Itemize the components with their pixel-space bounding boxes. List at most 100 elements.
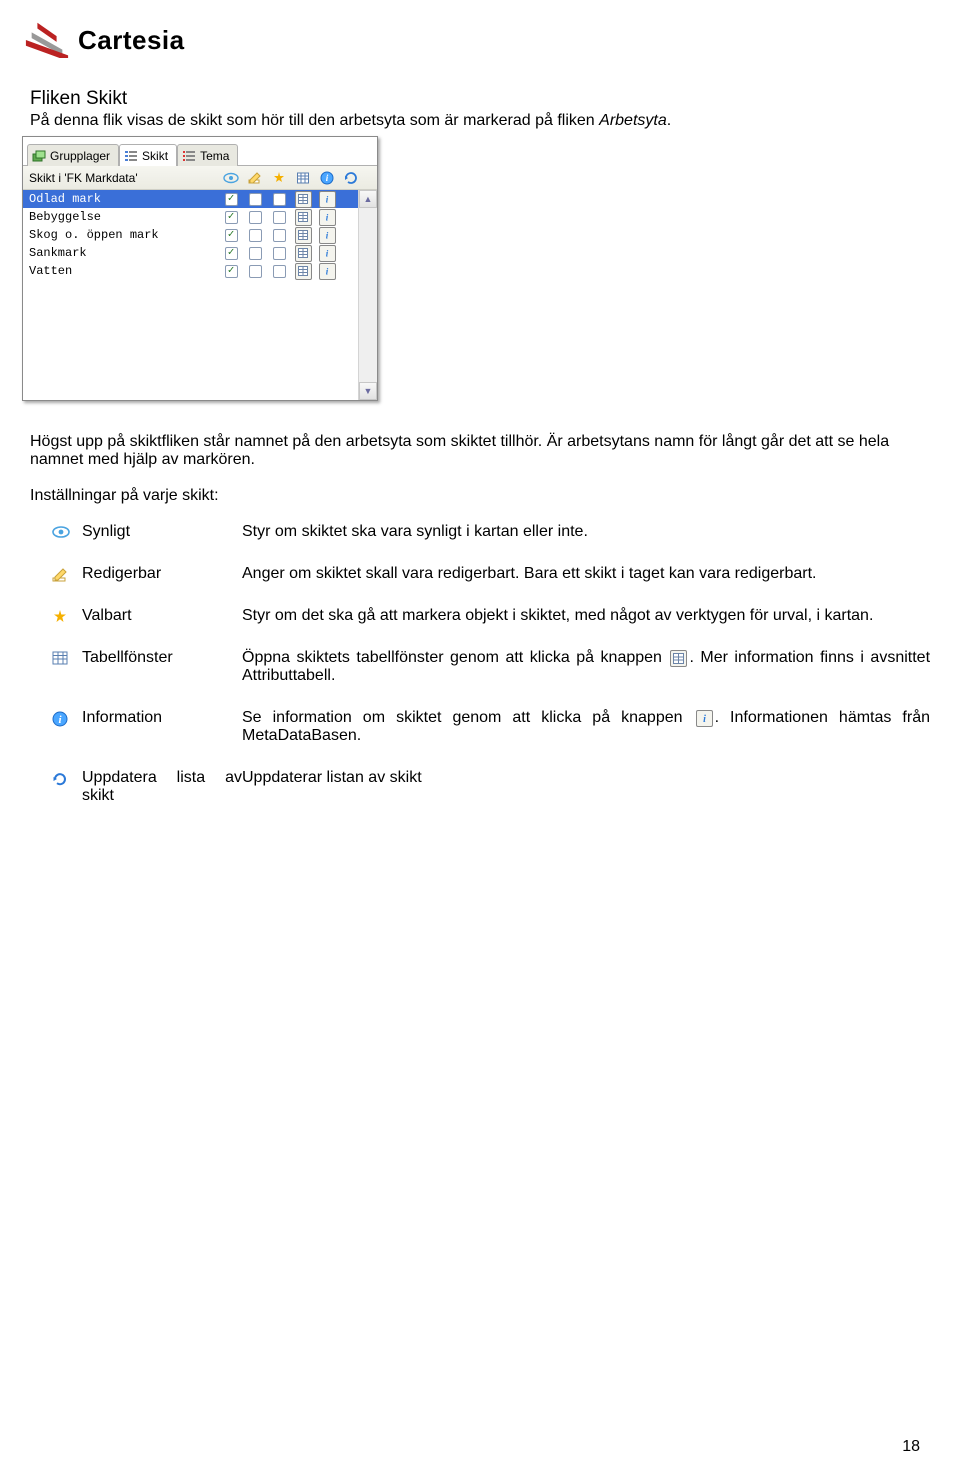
layer-row[interactable]: Sankmark i — [23, 244, 359, 262]
intro-suffix: . — [667, 112, 671, 129]
tab-skikt[interactable]: Skikt — [119, 144, 177, 166]
visible-checkbox[interactable] — [225, 247, 238, 260]
visible-checkbox[interactable] — [225, 265, 238, 278]
logo-mark-icon — [24, 22, 70, 58]
def-desc: Styr om skiktet ska vara synligt i karta… — [242, 523, 930, 541]
editable-checkbox[interactable] — [249, 211, 262, 224]
sparkle-icon — [52, 607, 82, 625]
table-button-icon — [670, 650, 687, 667]
skikt-panel-screenshot: Grupplager Skikt Tema — [22, 136, 378, 401]
refresh-icon — [52, 769, 82, 787]
visible-checkbox[interactable] — [225, 211, 238, 224]
layer-name: Skog o. öppen mark — [23, 228, 219, 242]
scroll-down-icon[interactable]: ▼ — [359, 382, 377, 400]
svg-text:i: i — [326, 195, 329, 205]
editable-checkbox[interactable] — [249, 265, 262, 278]
editable-checkbox[interactable] — [249, 193, 262, 206]
selectable-checkbox[interactable] — [273, 229, 286, 242]
selectable-checkbox[interactable] — [273, 247, 286, 260]
selectable-checkbox[interactable] — [273, 211, 286, 224]
brand-logo: Cartesia — [24, 22, 930, 58]
list-icon — [124, 149, 138, 163]
eye-icon — [52, 523, 82, 539]
svg-text:i: i — [326, 249, 329, 259]
table-button[interactable] — [295, 263, 312, 280]
paragraph-1: Högst upp på skiktfliken står namnet på … — [30, 433, 930, 469]
column-select-icon — [267, 171, 291, 185]
layers-green-icon — [32, 149, 46, 163]
paragraph-2: Inställningar på varje skikt: — [30, 487, 930, 505]
intro-ref-italic: Arbetsyta — [599, 112, 667, 129]
scroll-up-icon[interactable]: ▲ — [359, 190, 377, 208]
logo-text: Cartesia — [78, 25, 185, 56]
layer-row[interactable]: Skog o. öppen mark i — [23, 226, 359, 244]
editable-checkbox[interactable] — [249, 247, 262, 260]
info-button[interactable]: i — [319, 227, 336, 244]
def-row-redigerbar: Redigerbar Anger om skiktet skall vara r… — [52, 565, 930, 583]
def-row-synligt: Synligt Styr om skiktet ska vara synligt… — [52, 523, 930, 541]
refresh-icon[interactable] — [339, 171, 363, 185]
table-button[interactable] — [295, 227, 312, 244]
layer-row[interactable]: Bebyggelse i — [23, 208, 359, 226]
tab-label: Grupplager — [50, 149, 110, 163]
visible-checkbox[interactable] — [225, 193, 238, 206]
intro-paragraph: På denna flik visas de skikt som hör til… — [30, 112, 930, 130]
def-desc: Styr om det ska gå att markera objekt i … — [242, 607, 930, 625]
def-desc: Anger om skiktet skall vara redigerbart.… — [242, 565, 930, 583]
definition-list: Synligt Styr om skiktet ska vara synligt… — [52, 523, 930, 805]
selectable-checkbox[interactable] — [273, 193, 286, 206]
def-term: Valbart — [82, 607, 242, 625]
layer-row[interactable]: Odlad mark i — [23, 190, 359, 208]
section-heading: Fliken Skikt — [30, 88, 930, 110]
tab-label: Tema — [200, 149, 229, 163]
info-button-icon: i — [696, 710, 713, 727]
info-button[interactable]: i — [319, 245, 336, 262]
def-row-uppdatera: Uppdatera lista av skikt Uppdaterar list… — [52, 769, 930, 805]
info-icon: i — [52, 709, 82, 727]
svg-text:i: i — [326, 231, 329, 241]
layer-row[interactable]: Vatten i — [23, 262, 359, 280]
layer-rows-area: Odlad mark i Bebyggelse i Skog o. öppen … — [23, 190, 377, 400]
info-button[interactable]: i — [319, 191, 336, 208]
def-term: Tabellfönster — [82, 649, 242, 667]
panel-subtitle: Skikt i 'FK Markdata' — [23, 171, 219, 185]
selectable-checkbox[interactable] — [273, 265, 286, 278]
editable-checkbox[interactable] — [249, 229, 262, 242]
column-table-icon — [291, 171, 315, 185]
tabstrip: Grupplager Skikt Tema — [23, 137, 377, 166]
svg-text:i: i — [703, 714, 706, 724]
tab-grupplager[interactable]: Grupplager — [27, 144, 119, 166]
table-button[interactable] — [295, 191, 312, 208]
tab-label: Skikt — [142, 149, 168, 163]
column-info-icon: i — [315, 171, 339, 185]
visible-checkbox[interactable] — [225, 229, 238, 242]
def-desc-a: Se information om skiktet genom att klic… — [242, 709, 694, 726]
def-term: Information — [82, 709, 242, 727]
def-desc-a: Öppna skiktets tabellfönster genom att k… — [242, 649, 668, 666]
def-desc: Öppna skiktets tabellfönster genom att k… — [242, 649, 930, 685]
svg-text:i: i — [326, 213, 329, 223]
panel-toolbar: Skikt i 'FK Markdata' i — [23, 166, 377, 190]
def-term: Uppdatera lista av skikt — [82, 769, 242, 805]
table-icon — [52, 649, 82, 665]
svg-text:i: i — [326, 267, 329, 277]
table-button[interactable] — [295, 245, 312, 262]
column-eye-icon — [219, 172, 243, 184]
info-button[interactable]: i — [319, 209, 336, 226]
edit-icon — [52, 565, 82, 583]
info-button[interactable]: i — [319, 263, 336, 280]
scrollbar[interactable]: ▲ ▼ — [358, 190, 377, 400]
page-number: 18 — [902, 1438, 920, 1456]
def-term: Synligt — [82, 523, 242, 541]
layer-name: Sankmark — [23, 246, 219, 260]
layer-name: Odlad mark — [23, 192, 219, 206]
def-term: Redigerbar — [82, 565, 242, 583]
tab-tema[interactable]: Tema — [177, 144, 238, 166]
def-desc: Uppdaterar listan av skikt — [242, 769, 930, 787]
table-button[interactable] — [295, 209, 312, 226]
def-desc: Se information om skiktet genom att klic… — [242, 709, 930, 745]
def-row-valbart: Valbart Styr om det ska gå att markera o… — [52, 607, 930, 625]
column-edit-icon — [243, 171, 267, 185]
bullet-list-icon — [182, 149, 196, 163]
def-row-tabellfonster: Tabellfönster Öppna skiktets tabellfönst… — [52, 649, 930, 685]
